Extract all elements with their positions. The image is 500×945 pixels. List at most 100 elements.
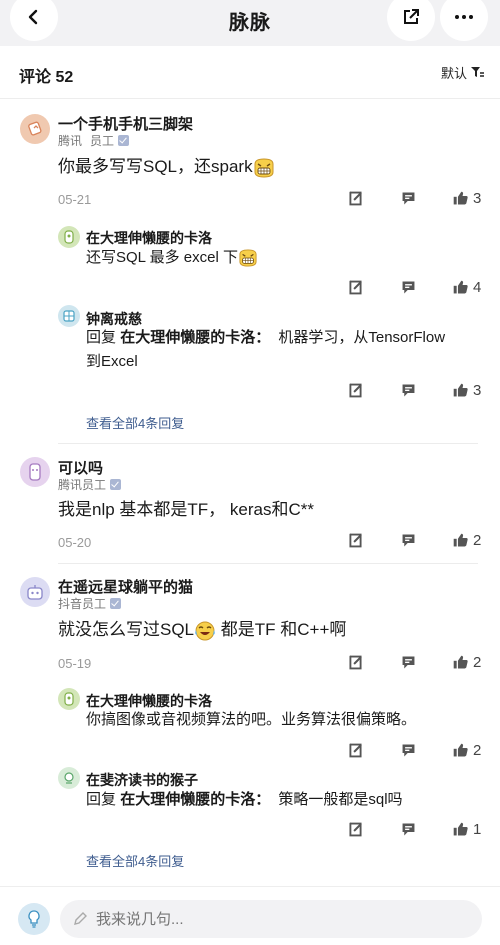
grin-emoji-icon xyxy=(253,158,275,178)
comment-icon xyxy=(400,279,417,296)
edit-icon xyxy=(347,654,364,671)
avatar[interactable] xyxy=(58,688,80,710)
like-button[interactable]: 3 xyxy=(452,190,481,207)
like-button[interactable]: 4 xyxy=(452,279,481,296)
avatar[interactable] xyxy=(20,577,50,607)
comment-content: 就没怎么写过SQL 都是TF 和C++啊 xyxy=(58,620,347,641)
avatar[interactable] xyxy=(58,226,80,248)
avatar-illustration-icon xyxy=(28,121,42,136)
author-meta: 腾讯 员工 xyxy=(58,132,130,149)
author-company-role: 抖音员工 xyxy=(58,597,107,611)
like-button[interactable]: 2 xyxy=(452,532,481,549)
avatar[interactable] xyxy=(20,457,50,487)
reply-actions: 2 xyxy=(0,742,500,762)
edit-button[interactable] xyxy=(347,821,364,838)
comment-actions: 2 xyxy=(0,654,500,674)
grin-emoji-icon xyxy=(238,249,258,267)
reply-actions: 1 xyxy=(0,821,500,841)
thumbs-up-icon xyxy=(452,190,469,207)
verified-icon xyxy=(110,598,122,609)
thumbs-up-icon xyxy=(452,382,469,399)
share-icon xyxy=(404,9,419,24)
edit-button[interactable] xyxy=(347,190,364,207)
thumbs-up-icon xyxy=(452,532,469,549)
comment-content: 我是nlp 基本都是TF， keras和C** xyxy=(58,500,314,519)
reply-author[interactable]: 在大理伸懒腰的卡洛 xyxy=(86,228,212,248)
reply-actions: 3 xyxy=(0,382,500,402)
verified-icon xyxy=(118,135,130,146)
avatar[interactable] xyxy=(20,114,50,144)
reply-button[interactable] xyxy=(400,821,417,838)
reply-content: 你搞图像或音视频算法的吧。业务算法很偏策略。 xyxy=(86,711,417,728)
comment-composer xyxy=(0,886,500,945)
avatar-illustration-icon xyxy=(64,692,74,706)
edit-icon xyxy=(347,742,364,759)
like-count: 2 xyxy=(473,654,482,671)
reply-author[interactable]: 在斐济读书的猴子 xyxy=(86,770,198,790)
like-button[interactable]: 2 xyxy=(452,742,481,759)
view-all-replies-link[interactable]: 查看全部4条回复 xyxy=(86,851,184,870)
reply-to-user[interactable]: 在大理伸懒腰的卡洛： xyxy=(120,329,270,346)
reply-content: 回复 在大理伸懒腰的卡洛： 策略一般都是sql吗 xyxy=(86,791,403,808)
author-meta: 抖音员工 xyxy=(58,595,122,612)
edit-button[interactable] xyxy=(347,279,364,296)
reply-to-user[interactable]: 在大理伸懒腰的卡洛： xyxy=(120,791,270,808)
avatar[interactable] xyxy=(58,305,80,327)
more-icon xyxy=(455,15,473,19)
author-role: 员工 xyxy=(90,134,115,148)
like-button[interactable]: 3 xyxy=(452,382,481,399)
reply-button[interactable] xyxy=(400,279,417,296)
sort-button[interactable]: 默认 xyxy=(441,63,484,82)
divider xyxy=(58,443,478,444)
like-count: 2 xyxy=(473,532,482,549)
edit-button[interactable] xyxy=(347,654,364,671)
reply-button[interactable] xyxy=(400,190,417,207)
avatar[interactable] xyxy=(58,767,80,789)
comment-author[interactable]: 可以吗 xyxy=(58,457,103,478)
edit-icon xyxy=(347,190,364,207)
thumbs-up-icon xyxy=(452,654,469,671)
comment-content: 你最多写写SQL，还spark xyxy=(58,154,275,180)
comment-input-box[interactable] xyxy=(60,900,482,938)
avatar-illustration-icon xyxy=(64,772,74,784)
edit-button[interactable] xyxy=(347,742,364,759)
comment-count: 评论 52 xyxy=(19,69,74,86)
reply-button[interactable] xyxy=(400,654,417,671)
like-button[interactable]: 2 xyxy=(452,654,481,671)
like-count: 3 xyxy=(473,382,482,399)
thumbs-up-icon xyxy=(452,279,469,296)
reply-button[interactable] xyxy=(400,742,417,759)
like-count: 2 xyxy=(473,742,482,759)
avatar-illustration-icon xyxy=(27,585,43,600)
comment-input[interactable] xyxy=(94,909,458,929)
view-all-replies-link[interactable]: 查看全部4条回复 xyxy=(86,413,184,432)
like-count: 1 xyxy=(473,821,482,838)
comments-header: 评论 52 默认 xyxy=(0,46,500,99)
reply-prefix: 回复 xyxy=(86,791,117,808)
edit-icon xyxy=(347,279,364,296)
reply-content: 还写SQL 最多 excel 下 xyxy=(86,246,258,270)
reply-actions: 4 xyxy=(0,279,500,299)
my-avatar[interactable] xyxy=(18,903,50,935)
edit-button[interactable] xyxy=(347,382,364,399)
comment-actions: 2 xyxy=(0,532,500,552)
filter-icon xyxy=(471,67,484,77)
thumbs-up-icon xyxy=(452,821,469,838)
divider xyxy=(58,563,478,564)
avatar-illustration-icon xyxy=(64,230,74,244)
comment-icon xyxy=(400,654,417,671)
author-company: 腾讯 xyxy=(58,134,83,148)
edit-icon xyxy=(347,532,364,549)
comment-author[interactable]: 一个手机手机三脚架 xyxy=(58,113,193,134)
comment-icon xyxy=(400,382,417,399)
reply-button[interactable] xyxy=(400,382,417,399)
reply-prefix: 回复 xyxy=(86,329,117,346)
reply-button[interactable] xyxy=(400,532,417,549)
laughing-emoji-icon xyxy=(194,621,216,641)
edit-icon xyxy=(347,382,364,399)
comment-icon xyxy=(400,821,417,838)
edit-button[interactable] xyxy=(347,532,364,549)
comment-author[interactable]: 在遥远星球躺平的猫 xyxy=(58,576,193,597)
like-button[interactable]: 1 xyxy=(452,821,481,838)
sort-label: 默认 xyxy=(440,66,467,81)
